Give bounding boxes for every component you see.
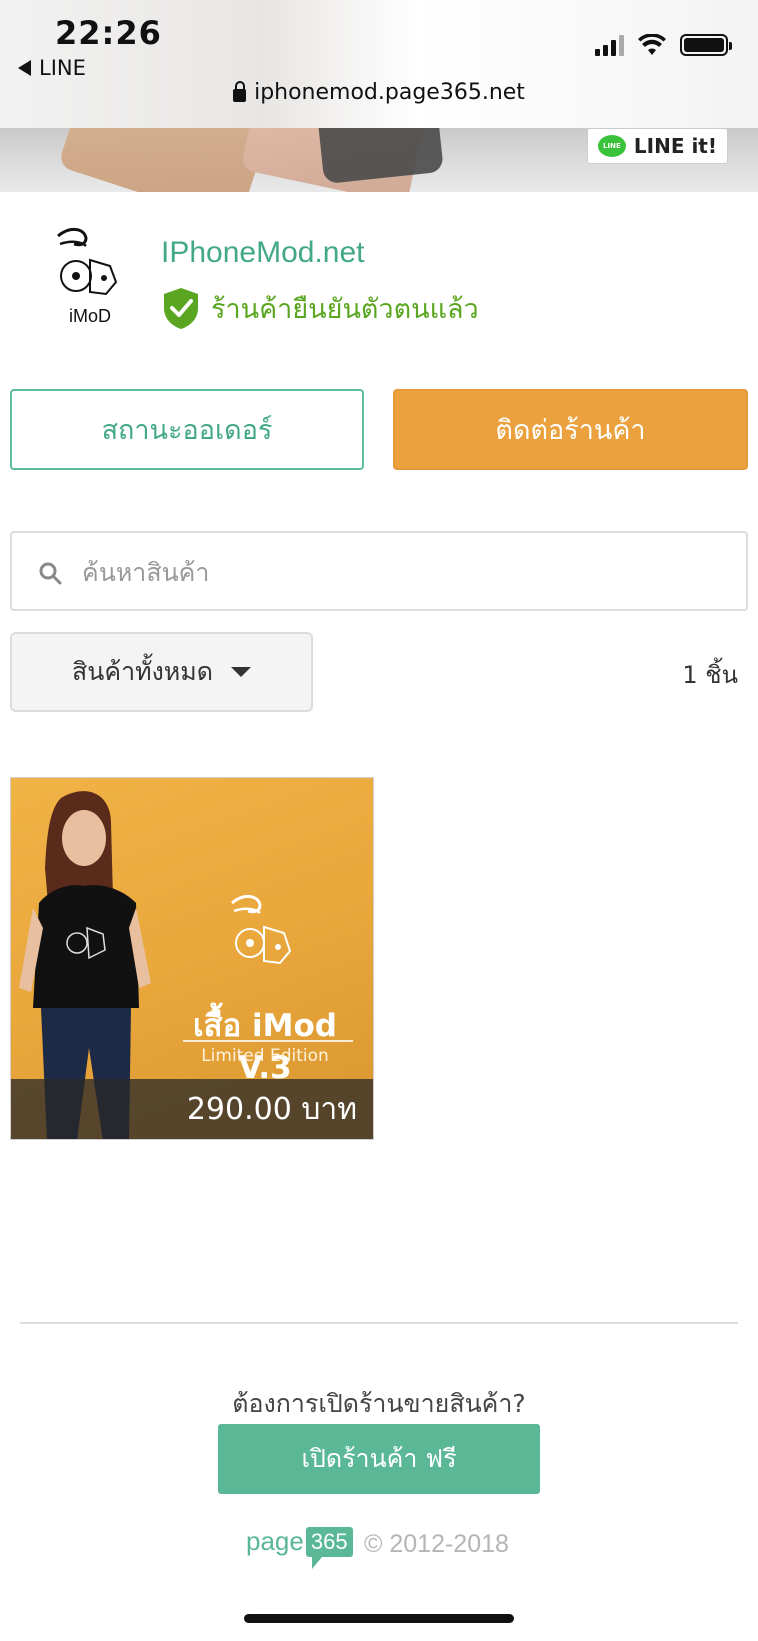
hero-banner: LINE LINE it! — [0, 128, 758, 192]
open-shop-question: ต้องการเปิดร้านขายสินค้า? — [232, 1389, 526, 1418]
product-card[interactable]: เสื้อ iMod V.3 Limited Edition 290.00 บา… — [10, 777, 374, 1140]
category-label: สินค้าทั้งหมด — [72, 657, 213, 686]
back-app-label: LINE — [39, 56, 86, 80]
home-indicator[interactable] — [244, 1614, 514, 1623]
brand-num-text: 365 — [305, 1526, 353, 1569]
back-to-app-button[interactable]: LINE — [18, 56, 86, 80]
search-input[interactable] — [82, 545, 722, 599]
copyright-text: © 2012-2018 — [364, 1530, 509, 1558]
item-count: 1 ชิ้น — [682, 661, 738, 689]
brand-page-text: page — [246, 1526, 304, 1556]
category-dropdown[interactable]: สินค้าทั้งหมด — [10, 632, 313, 712]
address-bar[interactable]: iphonemod.page365.net — [0, 80, 758, 105]
status-icons — [595, 34, 732, 56]
line-it-button[interactable]: LINE LINE it! — [586, 128, 728, 164]
footer-divider — [20, 1322, 738, 1324]
open-shop-button[interactable]: เปิดร้านค้า ฟรี — [218, 1424, 540, 1494]
status-time: 22:26 — [55, 14, 162, 52]
order-status-button[interactable]: สถานะออเดอร์ — [10, 389, 364, 470]
line-logo-icon: LINE — [597, 135, 626, 157]
shop-logo: iMoD — [57, 228, 118, 326]
verified-badge: ร้านค้ายืนยันตัวตนแล้ว — [161, 286, 479, 330]
shop-name[interactable]: IPhoneMod.net — [161, 236, 364, 270]
wifi-icon — [638, 34, 666, 55]
lock-icon — [233, 81, 247, 102]
back-arrow-icon — [18, 60, 31, 76]
product-price: 290.00 บาท — [11, 1079, 373, 1139]
product-edition: Limited Edition — [201, 1046, 329, 1066]
line-it-label: LINE it! — [633, 134, 717, 158]
page: 22:26 LINE iphonemod.page365.net LINE LI… — [0, 0, 758, 1641]
contact-shop-button[interactable]: ติดต่อร้านค้า — [393, 389, 748, 470]
status-bar: 22:26 LINE iphonemod.page365.net — [0, 0, 758, 128]
url-text: iphonemod.page365.net — [254, 80, 525, 105]
imod-logo-icon — [231, 895, 292, 965]
shield-check-icon — [164, 288, 198, 329]
shop-logo-text: iMoD — [69, 306, 111, 326]
battery-icon — [680, 34, 732, 56]
search-icon — [39, 562, 62, 585]
product-name: เสื้อ iMod V.3 — [193, 1008, 337, 1086]
search-box — [10, 531, 748, 611]
signal-icon — [595, 34, 624, 56]
page365-logo[interactable]: page 365 — [246, 1526, 353, 1569]
caret-down-icon — [231, 667, 251, 677]
verified-text: ร้านค้ายืนยันตัวตนแล้ว — [211, 293, 479, 325]
